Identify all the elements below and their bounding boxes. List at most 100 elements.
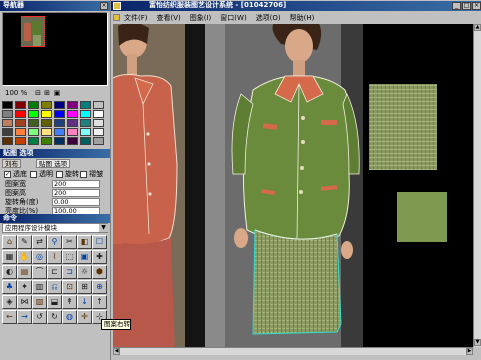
palette-color-swatch[interactable]: [80, 110, 91, 118]
palette-color-swatch[interactable]: [15, 137, 26, 145]
vertical-scrollbar[interactable]: ▲ ▼: [473, 24, 481, 347]
palette-color-swatch[interactable]: [67, 101, 78, 109]
palette-color-swatch[interactable]: [41, 101, 52, 109]
palette-color-swatch[interactable]: [28, 137, 39, 145]
palette-color-swatch[interactable]: [28, 101, 39, 109]
palette-color-swatch[interactable]: [93, 101, 104, 109]
palette-color-swatch[interactable]: [2, 137, 13, 145]
palette-color-swatch[interactable]: [93, 137, 104, 145]
transparent-bg-checkbox[interactable]: ✓: [4, 171, 11, 178]
palette-color-swatch[interactable]: [54, 101, 65, 109]
swap-tool-button[interactable]: ⇄: [32, 235, 47, 249]
palette-color-swatch[interactable]: [15, 119, 26, 127]
horizontal-scrollbar[interactable]: ◀ ▶: [113, 347, 473, 355]
bracket-right-tool-button[interactable]: ⊐: [62, 265, 77, 279]
palette-color-swatch[interactable]: [93, 119, 104, 127]
palette-color-swatch[interactable]: [2, 119, 13, 127]
palette-color-swatch[interactable]: [28, 110, 39, 118]
circle-dot-tool-button[interactable]: ◍: [62, 310, 77, 324]
home-tool-button[interactable]: ⌂: [2, 235, 17, 249]
palette-color-swatch[interactable]: [80, 101, 91, 109]
half-square-tool-button[interactable]: ◧: [77, 235, 92, 249]
hexagon-tool-button[interactable]: ⬢: [92, 265, 107, 279]
menu-options[interactable]: 选项(O): [256, 13, 281, 23]
scroll-left-icon[interactable]: ◀: [113, 348, 120, 355]
palette-color-swatch[interactable]: [54, 119, 65, 127]
plus-circle-tool-button[interactable]: ⊕: [92, 280, 107, 294]
dotted-square-tool-button[interactable]: ⊡: [62, 280, 77, 294]
palette-color-swatch[interactable]: [80, 137, 91, 145]
plus-tool-button[interactable]: ✚: [92, 250, 107, 264]
bracket-left-tool-button[interactable]: ⊏: [47, 265, 62, 279]
palette-color-swatch[interactable]: [41, 128, 52, 136]
grid-tool-button[interactable]: ▦: [2, 250, 17, 264]
solid-green-swatch[interactable]: [397, 192, 447, 242]
lines-tool-button[interactable]: ▤: [17, 265, 32, 279]
filled-box-tool-button[interactable]: ▣: [77, 250, 92, 264]
wrinkle-checkbox[interactable]: [80, 171, 87, 178]
rotate-checkbox[interactable]: [56, 171, 63, 178]
zoom-out-icon[interactable]: ⊟: [34, 89, 42, 97]
palette-color-swatch[interactable]: [67, 128, 78, 136]
cross-tool-button[interactable]: ✛: [77, 310, 92, 324]
sun-tool-button[interactable]: ☼: [77, 265, 92, 279]
palette-color-swatch[interactable]: [2, 110, 13, 118]
scroll-down-icon[interactable]: ▼: [474, 339, 481, 346]
bowtie-tool-button[interactable]: ⋈: [17, 295, 32, 309]
tab-tiling-options[interactable]: 贴图 选项: [36, 159, 71, 168]
design-canvas[interactable]: [113, 24, 473, 355]
palette-color-swatch[interactable]: [2, 128, 13, 136]
scroll-up-icon[interactable]: ▲: [474, 24, 481, 31]
pencil-tool-button[interactable]: ✎: [17, 235, 32, 249]
menu-help[interactable]: 帮助(H): [290, 13, 315, 23]
dotted-box-tool-button[interactable]: ⬚: [62, 250, 77, 264]
plus-square-tool-button[interactable]: ⊞: [77, 280, 92, 294]
undo-tool-button[interactable]: ⎌: [47, 280, 62, 294]
club-tool-button[interactable]: ♣: [2, 280, 17, 294]
palette-color-swatch[interactable]: [93, 110, 104, 118]
palette-color-swatch[interactable]: [54, 110, 65, 118]
target-tool-button[interactable]: ◎: [32, 250, 47, 264]
arrow-up-double-tool-button[interactable]: ↟: [62, 295, 77, 309]
maximize-icon[interactable]: □: [462, 2, 471, 10]
palette-color-swatch[interactable]: [54, 128, 65, 136]
half-box-tool-button[interactable]: ⬓: [47, 295, 62, 309]
palette-color-swatch[interactable]: [15, 128, 26, 136]
palette-color-swatch[interactable]: [80, 119, 91, 127]
palette-color-swatch[interactable]: [41, 137, 52, 145]
palette-color-swatch[interactable]: [2, 101, 13, 109]
square-tool-button[interactable]: ☐: [92, 235, 107, 249]
navigator-close-icon[interactable]: ×: [100, 2, 108, 10]
arrow-down-tool-button[interactable]: ↓: [77, 295, 92, 309]
wave-tool-button[interactable]: ⌇: [47, 250, 62, 264]
scissors-tool-button[interactable]: ✂: [62, 235, 77, 249]
pattern-width-field[interactable]: 200: [52, 180, 100, 188]
menu-image[interactable]: 图象(I): [190, 13, 212, 23]
tab-layout[interactable]: 刘布: [2, 159, 21, 168]
menu-window[interactable]: 窗口(W): [220, 13, 246, 23]
pattern-height-field[interactable]: 200: [52, 189, 100, 197]
rotate-right-tool-button[interactable]: ↻: [47, 310, 62, 324]
hand-tool-button[interactable]: ✋: [17, 250, 32, 264]
arrow-right-tool-button[interactable]: →: [17, 310, 32, 324]
palette-color-swatch[interactable]: [15, 101, 26, 109]
search-tool-button[interactable]: ⚲: [47, 235, 62, 249]
palette-color-swatch[interactable]: [28, 128, 39, 136]
palette-color-swatch[interactable]: [15, 110, 26, 118]
menu-file[interactable]: 文件(F): [124, 13, 148, 23]
palette-color-swatch[interactable]: [41, 110, 52, 118]
zoom-fit-icon[interactable]: ▣: [53, 89, 61, 97]
palette-color-swatch[interactable]: [80, 128, 91, 136]
scroll-right-icon[interactable]: ▶: [466, 348, 473, 355]
rotate-left-tool-button[interactable]: ↺: [32, 310, 47, 324]
hatch-tool-button[interactable]: ▧: [32, 295, 47, 309]
module-dropdown[interactable]: 应用程序设计模块 ▼: [2, 223, 108, 233]
transparent-checkbox[interactable]: [30, 171, 37, 178]
chevron-down-icon[interactable]: ▼: [99, 224, 108, 232]
palette-color-swatch[interactable]: [93, 128, 104, 136]
palette-color-swatch[interactable]: [28, 119, 39, 127]
menu-view[interactable]: 查看(V): [157, 13, 181, 23]
palette-color-swatch[interactable]: [67, 119, 78, 127]
rotation-angle-field[interactable]: 0.00: [52, 198, 100, 206]
stripes-tool-button[interactable]: ▥: [32, 280, 47, 294]
